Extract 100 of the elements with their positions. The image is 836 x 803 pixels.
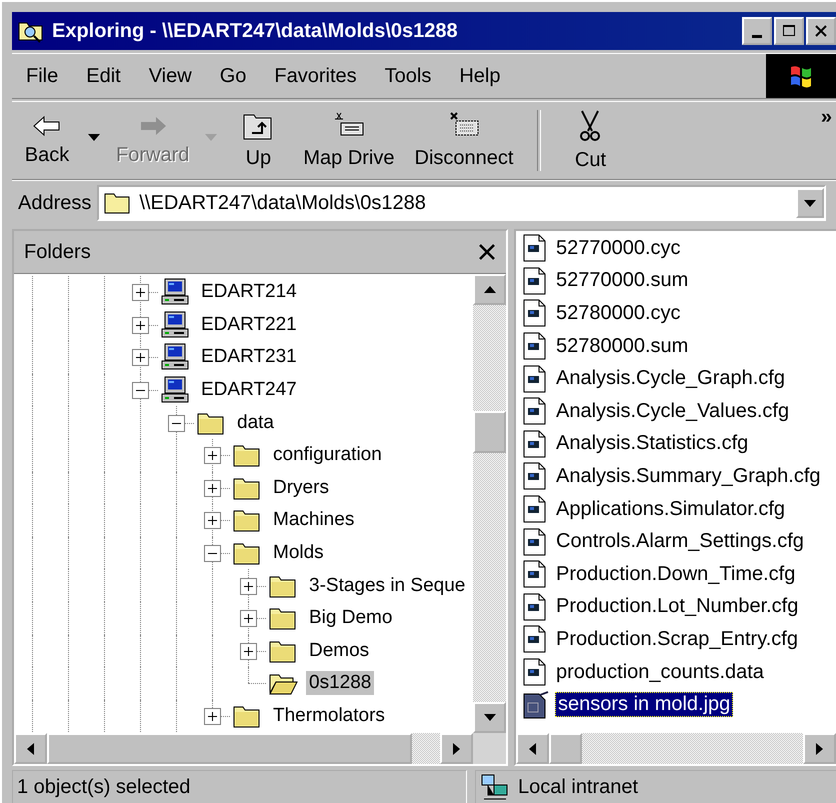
computer-icon xyxy=(160,343,190,372)
left-triangle-icon xyxy=(27,742,34,754)
minimize-icon xyxy=(752,34,762,38)
file-name[interactable]: Analysis.Cycle_Values.cfg xyxy=(553,398,792,424)
expand-icon[interactable] xyxy=(132,284,149,302)
scroll-left-button[interactable] xyxy=(516,733,549,764)
file-name[interactable]: Controls.Alarm_Settings.cfg xyxy=(553,529,807,554)
tree-item[interactable]: configuration xyxy=(270,443,385,468)
collapse-icon[interactable] xyxy=(168,414,185,432)
tree-item[interactable]: Big Demo xyxy=(306,606,396,630)
up-button[interactable]: Up xyxy=(223,102,294,179)
tree-item[interactable]: 3-Stages in Seque xyxy=(306,574,468,598)
scroll-thumb[interactable] xyxy=(473,411,506,453)
tree-item[interactable]: Molds xyxy=(270,541,327,566)
caret-icon[interactable] xyxy=(88,134,100,141)
up-triangle-icon xyxy=(484,286,496,293)
expand-icon[interactable] xyxy=(204,447,221,464)
file-icon xyxy=(522,364,548,393)
caret-icon xyxy=(804,200,816,206)
file-name[interactable]: 52770000.sum xyxy=(553,268,692,294)
dropdown-button[interactable] xyxy=(796,188,824,218)
menu-item[interactable]: View xyxy=(134,64,206,88)
file-name[interactable]: sensors in mold.jpg xyxy=(555,692,734,718)
tree-item[interactable]: 0s1288 xyxy=(306,671,374,696)
menu-item[interactable]: File xyxy=(12,64,72,88)
back-arrow-icon xyxy=(32,114,62,138)
disconnect-button[interactable]: Disconnect xyxy=(404,102,524,179)
menu-item[interactable]: Help xyxy=(445,64,514,88)
address-field[interactable]: \\EDART247\data\Molds\0s1288 xyxy=(97,185,826,221)
menu-item[interactable]: Tools xyxy=(370,64,446,88)
menu-item[interactable]: Edit xyxy=(72,64,135,88)
scroll-left-button[interactable] xyxy=(14,733,47,764)
expand-icon[interactable] xyxy=(132,316,149,334)
map-drive-button[interactable]: Map Drive xyxy=(293,102,404,179)
file-icon xyxy=(522,560,548,588)
close-button[interactable] xyxy=(806,17,836,45)
file-name[interactable]: Analysis.Summary_Graph.cfg xyxy=(553,464,824,489)
computer-icon xyxy=(160,376,190,404)
computer-icon xyxy=(160,278,190,306)
flag-icon xyxy=(788,64,814,88)
tree-item[interactable]: EDART214 xyxy=(198,280,300,304)
expand-icon[interactable] xyxy=(240,642,257,660)
folder-icon xyxy=(103,191,132,215)
network-icon xyxy=(480,773,510,801)
tree-item[interactable]: data xyxy=(234,410,277,435)
scroll-thumb[interactable] xyxy=(47,733,412,764)
scroll-right-button[interactable] xyxy=(440,733,473,764)
right-triangle-icon xyxy=(816,742,823,754)
maximize-button[interactable] xyxy=(774,17,804,45)
collapse-icon[interactable] xyxy=(132,382,149,400)
tree-item[interactable]: Machines xyxy=(270,508,358,532)
file-name[interactable]: Analysis.Statistics.cfg xyxy=(553,431,752,456)
scroll-up-button[interactable] xyxy=(473,274,506,305)
expand-icon[interactable] xyxy=(132,349,149,366)
menu-item[interactable]: Go xyxy=(206,64,260,88)
more-chevron[interactable]: » xyxy=(820,106,832,129)
maximize-icon xyxy=(782,24,796,38)
expand-icon[interactable] xyxy=(204,512,221,530)
close-icon xyxy=(814,24,828,38)
expand-icon[interactable] xyxy=(204,708,221,726)
file-name[interactable]: Applications.Simulator.cfg xyxy=(553,496,788,522)
file-name[interactable]: 52780000.sum xyxy=(553,334,692,359)
back-button[interactable]: Back xyxy=(12,102,82,179)
computer-icon xyxy=(160,310,190,339)
file-icon xyxy=(522,430,548,458)
right-triangle-icon xyxy=(453,742,460,754)
collapse-icon[interactable] xyxy=(204,545,221,562)
file-name[interactable]: Production.Down_Time.cfg xyxy=(553,562,798,587)
file-icon xyxy=(522,397,548,426)
file-name[interactable]: Analysis.Cycle_Graph.cfg xyxy=(553,366,788,392)
scroll-right-button[interactable] xyxy=(803,733,836,764)
expand-icon[interactable] xyxy=(240,578,257,595)
close-icon[interactable] xyxy=(478,243,496,261)
file-name[interactable]: 52770000.cyc xyxy=(553,236,684,261)
menu-item[interactable]: Favorites xyxy=(260,64,371,88)
minimize-button[interactable] xyxy=(742,17,772,45)
tree-item[interactable]: Demos xyxy=(306,638,372,663)
address-label: Address xyxy=(18,192,92,214)
zone-label: Local intranet xyxy=(518,776,638,798)
left-triangle-icon xyxy=(529,742,536,754)
expand-icon[interactable] xyxy=(204,480,221,497)
scrollbar-corner xyxy=(473,733,506,764)
cut-button[interactable]: Cut xyxy=(555,102,626,179)
file-name[interactable]: Production.Scrap_Entry.cfg xyxy=(553,626,801,652)
tree-item[interactable]: Thermolators xyxy=(270,704,388,728)
tree-item[interactable]: EDART231 xyxy=(198,345,300,370)
scroll-down-button[interactable] xyxy=(473,702,506,733)
file-name[interactable]: production_counts.data xyxy=(553,660,767,685)
down-triangle-icon xyxy=(484,714,496,721)
scroll-thumb[interactable] xyxy=(549,733,582,764)
expand-icon[interactable] xyxy=(240,610,257,628)
file-name[interactable]: 52780000.cyc xyxy=(553,300,684,326)
file-name[interactable]: Production.Lot_Number.cfg xyxy=(553,594,802,620)
file-icon xyxy=(522,332,548,360)
file-icon xyxy=(522,234,548,262)
tree-item[interactable]: Dryers xyxy=(270,476,332,500)
scissors-icon xyxy=(578,109,602,143)
tree-item[interactable]: EDART221 xyxy=(198,312,300,337)
status-text: 1 object(s) selected xyxy=(12,770,467,803)
tree-item[interactable]: EDART247 xyxy=(198,378,300,402)
